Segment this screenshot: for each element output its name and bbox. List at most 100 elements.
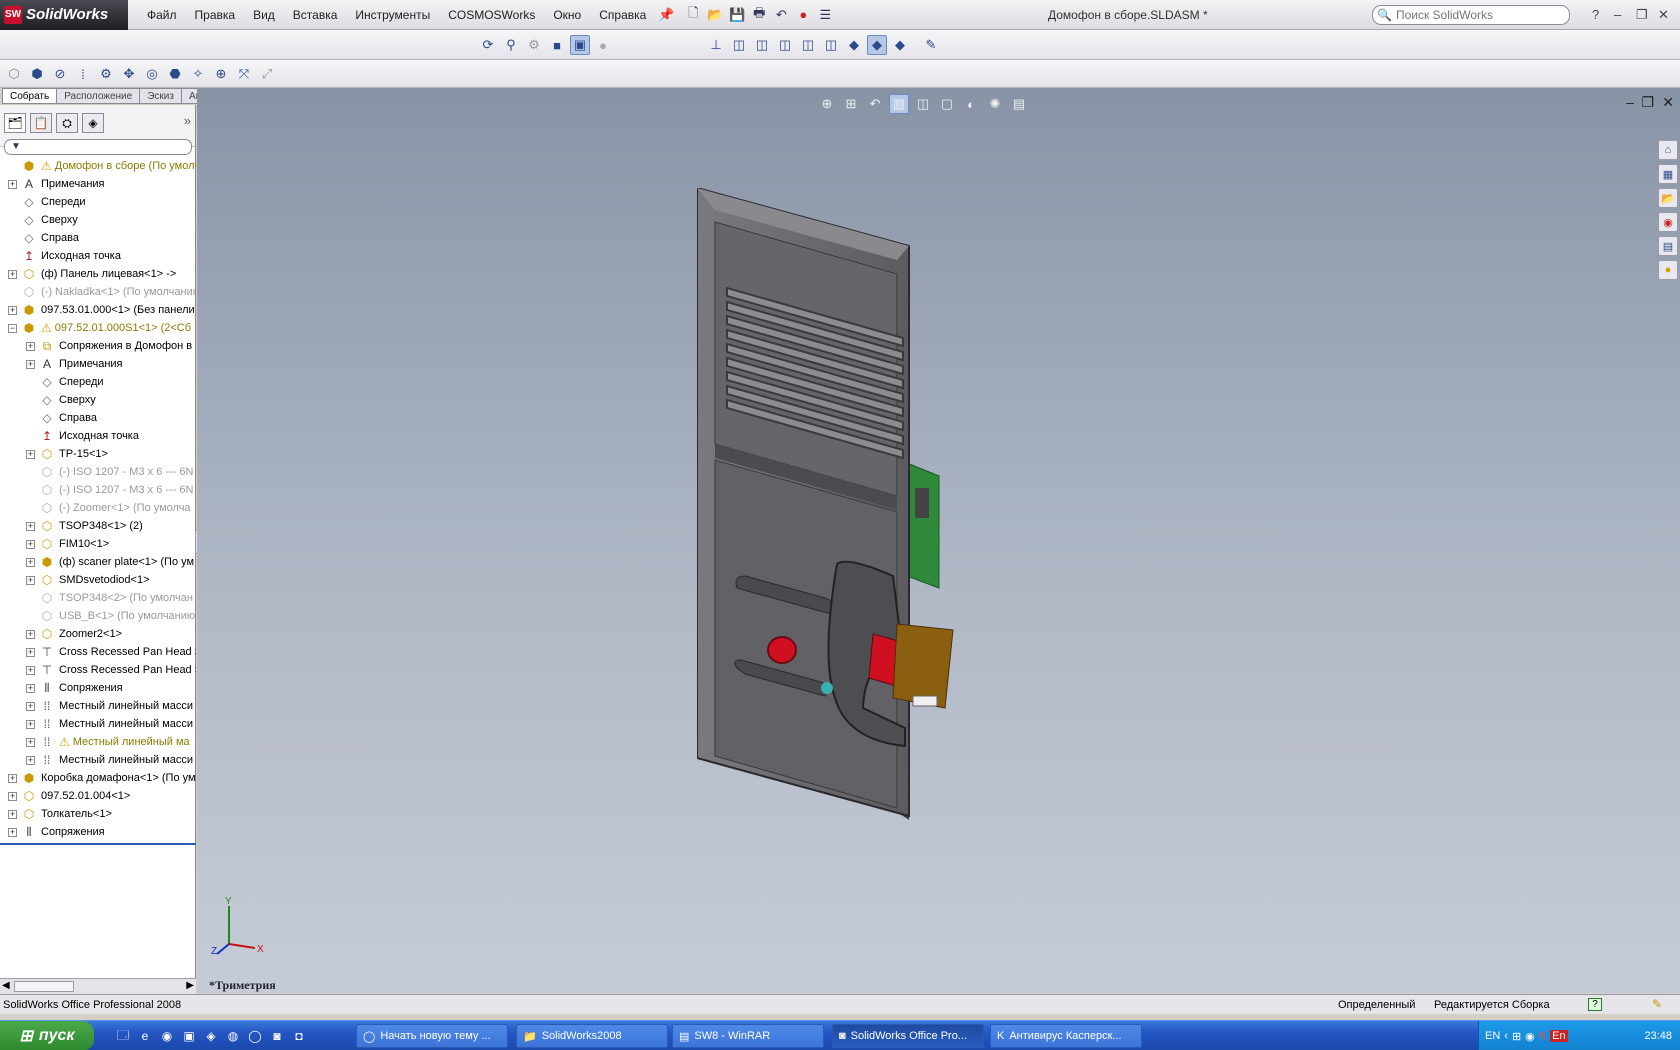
opera-quicklaunch-icon[interactable]: ◯: [246, 1027, 264, 1045]
isometric-view-icon[interactable]: ◆: [867, 35, 887, 55]
search-icon[interactable]: 🔍: [1377, 8, 1392, 22]
section-view-icon[interactable]: ✎: [921, 35, 941, 55]
tree-node[interactable]: ◇ Сверху: [0, 211, 196, 229]
tree-node[interactable]: + ⦀ Сопряжения: [0, 679, 196, 697]
normal-to-icon[interactable]: ⊥: [706, 35, 726, 55]
tree-node[interactable]: ⬢ ⚠Домофон в сборе (По умолчанию: [0, 157, 196, 175]
open-folder-icon[interactable]: 📂: [705, 5, 725, 25]
tree-node[interactable]: + ⁞⁞ Местный линейный масси: [0, 751, 196, 769]
top-view-icon[interactable]: ◫: [821, 35, 841, 55]
zoom-area-icon[interactable]: ⊞: [841, 94, 861, 114]
expand-toggle-icon[interactable]: +: [26, 341, 35, 351]
feature-tree-tab-icon[interactable]: 🗂: [4, 113, 26, 133]
previous-view-icon[interactable]: ↶: [865, 94, 885, 114]
quick-tips-icon[interactable]: ?: [1588, 998, 1602, 1011]
restore-icon[interactable]: ❐: [1636, 7, 1648, 23]
rollback-bar[interactable]: [0, 843, 196, 845]
expand-toggle-icon[interactable]: −: [8, 323, 17, 333]
search-box[interactable]: 🔍: [1372, 5, 1570, 25]
help-icon[interactable]: ?: [1592, 7, 1599, 22]
tree-node[interactable]: ◇ Сверху: [0, 391, 196, 409]
front-view-icon[interactable]: ◫: [729, 35, 749, 55]
explode-icon[interactable]: ⤧: [234, 64, 254, 84]
close-icon[interactable]: ✕: [1658, 7, 1669, 23]
tree-node[interactable]: + ⦀ Сопряжения: [0, 823, 196, 841]
pcb-board[interactable]: [906, 462, 940, 589]
trimetric-view-icon[interactable]: ◆: [890, 35, 910, 55]
expand-toggle-icon[interactable]: +: [26, 359, 35, 369]
taskbar-task[interactable]: K Антивирус Касперск...: [990, 1024, 1142, 1048]
shaded-icon[interactable]: ■: [547, 35, 567, 55]
view-settings-icon[interactable]: ▤: [1009, 94, 1029, 114]
cm-tab[interactable]: Собрать: [2, 88, 58, 104]
expand-toggle-icon[interactable]: +: [8, 179, 17, 189]
expand-toggle-icon[interactable]: +: [8, 827, 17, 837]
taskbar-task[interactable]: ◙ SolidWorks Office Pro...: [832, 1024, 984, 1048]
view-palette-icon[interactable]: ▤: [1658, 236, 1678, 256]
explorer-quicklaunch-icon[interactable]: 🗔: [114, 1027, 132, 1045]
cm-tab[interactable]: Эскиз: [140, 88, 182, 104]
tree-node[interactable]: ⬡ (-) Nakladka<1> (По умолчанию: [0, 283, 196, 301]
tree-node[interactable]: + A Примечания: [0, 355, 196, 373]
tree-node[interactable]: ◇ Спереди: [0, 193, 196, 211]
kaspersky-tray-icon[interactable]: K: [1539, 1030, 1546, 1042]
tree-node[interactable]: + A Примечания: [0, 175, 196, 193]
expand-toggle-icon[interactable]: +: [26, 557, 35, 567]
tray-arrow-icon[interactable]: ‹: [1504, 1030, 1508, 1042]
language-indicator[interactable]: EN: [1485, 1030, 1500, 1042]
new-part-icon[interactable]: ⬢: [27, 64, 47, 84]
bottom-view-icon[interactable]: ◆: [844, 35, 864, 55]
realview-icon[interactable]: ●: [593, 35, 613, 55]
pin-icon[interactable]: 📌: [656, 5, 676, 25]
tree-node[interactable]: + ⁞⁞ ⚠ Местный линейный ма: [0, 733, 196, 751]
toolbox-quicklaunch-icon[interactable]: ◘: [290, 1027, 308, 1045]
expand-toggle-icon[interactable]: +: [26, 737, 35, 747]
tree-node[interactable]: ⬡ USB_B<1> (По умолчанию: [0, 607, 196, 625]
rebuild-icon[interactable]: ⟳: [478, 35, 498, 55]
expand-toggle-icon[interactable]: +: [26, 719, 35, 729]
show-hidden-icon[interactable]: ◎: [142, 64, 162, 84]
section-icon[interactable]: ▥: [889, 94, 909, 114]
menu-item[interactable]: COSMOSWorks: [439, 0, 544, 30]
options-icon[interactable]: ☰: [815, 5, 835, 25]
solidworks-resources-icon[interactable]: ⌂: [1658, 140, 1678, 160]
solidworks-logo[interactable]: SW SolidWorks: [0, 0, 128, 30]
keyboard-layout-icon[interactable]: En: [1550, 1030, 1568, 1042]
taskbar-task[interactable]: ◯ Начать новую тему ...: [356, 1024, 508, 1048]
search-input[interactable]: [1395, 8, 1556, 22]
taskbar-task[interactable]: ▤ SW8 - WinRAR: [672, 1024, 824, 1048]
tree-node[interactable]: ◇ Спереди: [0, 373, 196, 391]
scroll-left-icon[interactable]: ◀: [2, 980, 10, 991]
expand-panel-icon[interactable]: »: [184, 113, 191, 128]
tree-node[interactable]: ◇ Справа: [0, 229, 196, 247]
solidworks-quicklaunch-icon[interactable]: ◙: [268, 1027, 286, 1045]
tree-node[interactable]: ⬡ (-) ISO 1207 - M3 x 6 --- 6N: [0, 481, 196, 499]
configuration-tab-icon[interactable]: ⛭: [56, 113, 78, 133]
network-icon[interactable]: ⊞: [1512, 1030, 1521, 1043]
menu-item[interactable]: Вставка: [284, 0, 347, 30]
print-icon[interactable]: 🖶: [749, 5, 769, 25]
tree-node[interactable]: + ⬡ (ф) Панель лицевая<1> ->: [0, 265, 196, 283]
back-view-icon[interactable]: ◫: [752, 35, 772, 55]
cm-tab[interactable]: Расположение: [57, 88, 141, 104]
expand-toggle-icon[interactable]: +: [8, 305, 17, 315]
tree-node[interactable]: + ⬡ Zoomer2<1>: [0, 625, 196, 643]
tree-node[interactable]: + ⬡ TP-15<1>: [0, 445, 196, 463]
panel-hscrollbar[interactable]: ◀ ▶: [0, 978, 196, 994]
left-view-icon[interactable]: ◫: [775, 35, 795, 55]
red-indicator[interactable]: [767, 636, 797, 664]
expand-toggle-icon[interactable]: +: [8, 773, 17, 783]
rebuild-traffic-light-icon[interactable]: ●: [793, 5, 813, 25]
tree-node[interactable]: + ⬡ Толкатель<1>: [0, 805, 196, 823]
right-view-icon[interactable]: ◫: [798, 35, 818, 55]
expand-toggle-icon[interactable]: +: [26, 575, 35, 585]
expand-toggle-icon[interactable]: +: [26, 629, 35, 639]
tree-node[interactable]: + ⬢ (ф) scaner plate<1> (По ум: [0, 553, 196, 571]
tree-node[interactable]: + ⊤ Cross Recessed Pan Head S: [0, 643, 196, 661]
tree-node[interactable]: + ⬡ TSOP348<1> (2): [0, 517, 196, 535]
measure-icon[interactable]: ⚲: [501, 35, 521, 55]
expand-toggle-icon[interactable]: +: [26, 665, 35, 675]
expand-toggle-icon[interactable]: +: [8, 791, 17, 801]
viewport-close-icon[interactable]: ✕: [1662, 94, 1674, 111]
view-orientation-icon[interactable]: ◫: [913, 94, 933, 114]
